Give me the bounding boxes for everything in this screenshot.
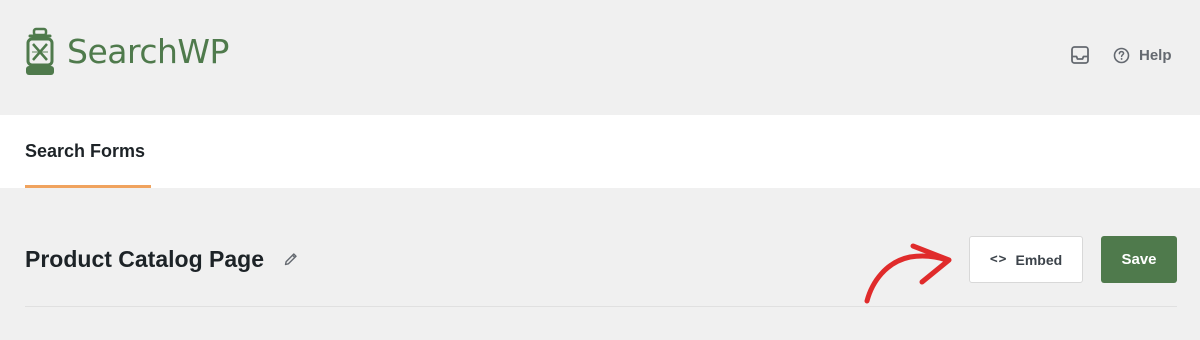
embed-button[interactable]: <> Embed <box>969 236 1083 283</box>
searchwp-logo[interactable]: SearchWP <box>24 27 229 77</box>
top-header: SearchWP Help <box>0 0 1200 115</box>
annotation-arrow <box>864 243 952 304</box>
tab-bar: Search Forms <box>0 115 1200 188</box>
inbox-button[interactable] <box>1069 44 1091 66</box>
page-header: Product Catalog Page <box>25 240 299 278</box>
code-icon: <> <box>989 252 1008 267</box>
help-label: Help <box>1139 46 1172 64</box>
help-link[interactable]: Help <box>1113 44 1172 66</box>
inbox-icon <box>1071 46 1089 64</box>
divider <box>25 306 1177 307</box>
question-circle-icon <box>1113 47 1130 63</box>
lantern-icon <box>26 27 54 75</box>
embed-label: Embed <box>1015 251 1063 268</box>
active-tab-indicator <box>25 185 151 188</box>
brand-name: SearchWP <box>67 32 229 71</box>
tab-search-forms[interactable]: Search Forms <box>25 115 145 188</box>
save-button[interactable]: Save <box>1101 236 1177 283</box>
page-title: Product Catalog Page <box>25 245 264 272</box>
pencil-icon[interactable] <box>283 251 299 267</box>
